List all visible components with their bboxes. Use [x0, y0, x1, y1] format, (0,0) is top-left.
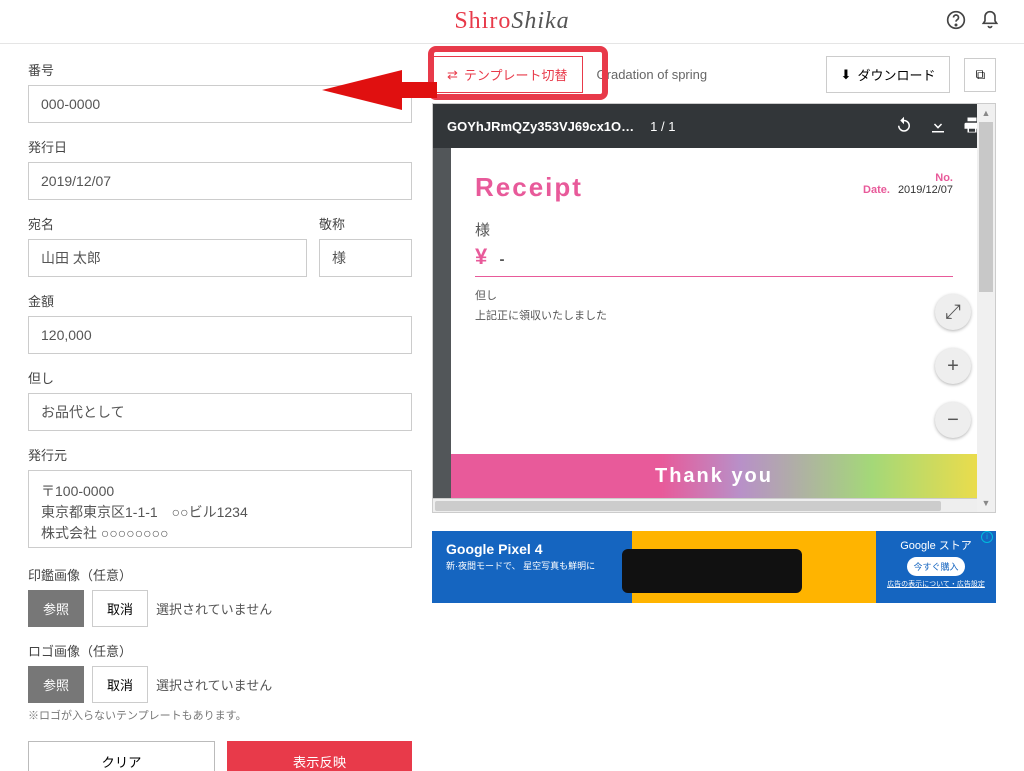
amount-input[interactable]: [28, 316, 412, 354]
preview-panel: ⇄ テンプレート切替 Gradation of spring ⬇ ダウンロード …: [420, 44, 1024, 771]
stamp-browse-button[interactable]: 参照: [28, 590, 84, 627]
ad-subtext: 新·夜間モードで、 星空写真も鮮明に: [446, 561, 618, 573]
copy-icon: ⧉: [975, 67, 985, 82]
proviso-input[interactable]: [28, 393, 412, 431]
receipt-page: Receipt No. Date. 2019/12/07 様 ¥ - 但し 上記正…: [451, 148, 977, 498]
receipt-no-label: No.: [863, 172, 953, 184]
addressee-input[interactable]: [28, 239, 307, 277]
receipt-note2: 上記正に領収いたしました: [475, 307, 953, 323]
stamp-cancel-button[interactable]: 取消: [92, 590, 148, 627]
pdf-preview: GOYhJRmQZy353VJ69cx1O… 1 / 1 Receipt No.…: [432, 103, 996, 513]
addressee-label: 宛名: [28, 214, 307, 233]
vertical-scrollbar[interactable]: ▲▼: [977, 104, 995, 512]
pdf-filename: GOYhJRmQZy353VJ69cx1O…: [447, 119, 634, 134]
receipt-date-label: Date.: [863, 184, 890, 196]
rotate-icon[interactable]: [895, 116, 913, 137]
horizontal-scrollbar[interactable]: [433, 498, 995, 512]
ad-phone-image: [622, 549, 802, 593]
ad-links[interactable]: 広告の表示について・広告設定: [880, 579, 992, 589]
app-header: ShiroShika: [0, 0, 1024, 44]
logo-cancel-button[interactable]: 取消: [92, 666, 148, 703]
form-panel: 番号 発行日 宛名 敬称 金額 但し 発行元: [0, 44, 420, 771]
date-input[interactable]: [28, 162, 412, 200]
receipt-title: Receipt: [475, 172, 583, 203]
bell-icon[interactable]: [980, 10, 1000, 33]
ad-headline: Google Pixel 4: [446, 541, 618, 557]
stamp-label: 印鑑画像（任意）: [28, 565, 412, 584]
template-switch-label: テンプレート切替: [464, 65, 568, 84]
honorific-input[interactable]: [319, 239, 412, 277]
honorific-label: 敬称: [319, 214, 412, 233]
receipt-date-value: 2019/12/07: [898, 184, 953, 196]
app-logo: ShiroShika: [454, 8, 569, 35]
logo-hint: ※ロゴが入らないテンプレートもあります。: [28, 707, 412, 723]
issuer-label: 発行元: [28, 445, 412, 464]
date-label: 発行日: [28, 137, 412, 156]
swap-icon: ⇄: [447, 67, 458, 83]
template-name: Gradation of spring: [597, 67, 708, 82]
zoom-out-button[interactable]: −: [935, 402, 971, 438]
stamp-filename: 選択されていません: [156, 599, 272, 618]
apply-button[interactable]: 表示反映: [227, 741, 412, 771]
copy-button[interactable]: ⧉: [964, 58, 996, 92]
ad-store-label: Google ストア: [880, 537, 992, 553]
clear-button[interactable]: クリア: [28, 741, 215, 771]
help-icon[interactable]: [946, 10, 966, 33]
logo-image-label: ロゴ画像（任意）: [28, 641, 412, 660]
proviso-label: 但し: [28, 368, 412, 387]
pdf-page-indicator: 1 / 1: [650, 119, 675, 134]
number-label: 番号: [28, 60, 412, 79]
logo-filename: 選択されていません: [156, 675, 272, 694]
number-input[interactable]: [28, 85, 412, 123]
amount-dash: -: [499, 251, 504, 268]
ad-info-icon[interactable]: i: [981, 531, 993, 543]
issuer-textarea[interactable]: [28, 470, 412, 548]
pdf-download-icon[interactable]: [929, 116, 947, 137]
logo-part1: Shiro: [454, 8, 511, 34]
receipt-note1: 但し: [475, 287, 953, 303]
receipt-sama: 様: [475, 219, 953, 240]
download-label: ダウンロード: [857, 65, 935, 84]
ad-cta-button[interactable]: 今すぐ購入: [907, 557, 964, 576]
download-icon: ⬇: [841, 67, 852, 83]
ad-banner[interactable]: Google Pixel 4 新·夜間モードで、 星空写真も鮮明に Google…: [432, 531, 996, 603]
amount-label: 金額: [28, 291, 412, 310]
logo-part2: Shika: [511, 8, 569, 34]
template-switch-button[interactable]: ⇄ テンプレート切替: [432, 56, 583, 93]
fit-button[interactable]: ⤢: [935, 294, 971, 330]
download-button[interactable]: ⬇ ダウンロード: [826, 56, 951, 93]
zoom-in-button[interactable]: +: [935, 348, 971, 384]
thank-you-band: Thank you: [451, 454, 977, 498]
logo-browse-button[interactable]: 参照: [28, 666, 84, 703]
yen-symbol: ¥: [475, 244, 487, 269]
receipt-line: [475, 276, 953, 277]
pdf-toolbar: GOYhJRmQZy353VJ69cx1O… 1 / 1: [433, 104, 995, 148]
